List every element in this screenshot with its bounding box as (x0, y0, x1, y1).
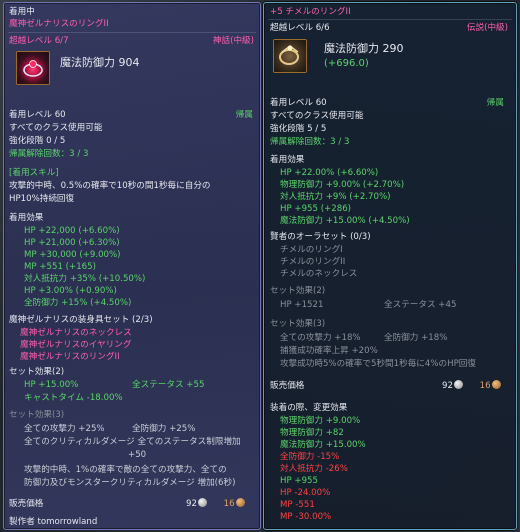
unbind-count: 帰属解除回数：3 / 3 (270, 137, 350, 147)
bind-status: 帰属 (235, 110, 253, 120)
silver-amount: 92 (442, 381, 453, 391)
enhance-level: 強化段階 5 / 5 (270, 124, 327, 134)
set-effect-2-header: セット効果(2) (9, 367, 65, 377)
set-effect-all-stats: 全ステータス +55 (132, 380, 205, 390)
set-item: 魔神ゼルナリスのイヤリング (20, 340, 132, 350)
class-restriction: すべてのクラス使用可能 (270, 111, 364, 121)
aura-item-list: チメルのリングI チメルのリングII チメルのネックレス (280, 244, 357, 280)
set-header: 魔神ゼルナリスの装身具セット (2/3) (9, 315, 153, 325)
bronze-coin-icon (491, 380, 501, 389)
equipped-item-tooltip: 着用中 魔神ゼルナリスのリングII 超越レベル 6/7 神話(中級) 魔法防御力… (3, 2, 261, 530)
gold-ring-icon[interactable] (273, 39, 307, 73)
grade-badge: 神話(中級) (212, 36, 254, 46)
skill-description: 攻撃的中時、0.5%の確率で10秒の間1秒毎に自分の (9, 181, 211, 191)
sell-price-label: 販売価格 (270, 381, 305, 391)
sell-price: 92 16 (186, 498, 245, 510)
change-line: 物理防御力 +9.00% (280, 416, 361, 426)
sell-price: 92 16 (442, 380, 501, 392)
set-item: チメルのリングII (280, 257, 346, 267)
compare-item-tooltip: +5 チメルのリングII 超越レベル 6/6 伝説(中級) 魔法防御力 290 … (263, 2, 517, 530)
set-effect-proc-2: 防御力及びモンスタークリティカルダメージ 増加(6秒) (24, 478, 236, 488)
set-effect-cast: キャストタイム -18.00% (24, 393, 123, 403)
over-level: 超越レベル 6/7 (9, 36, 69, 46)
silver-coin-icon (453, 380, 463, 389)
main-stat-bonus: (+696.0) (324, 58, 369, 69)
change-line: MP -551 (280, 500, 315, 510)
set-effect-proc: 攻撃的中時、1%の確率で敵の全ての攻撃力、全ての (24, 465, 227, 475)
set-item: 魔神ゼルナリスのリングII (20, 352, 120, 362)
change-line: 魔法防御力 +15.00% (280, 440, 366, 450)
set-effect-crit: 全てのクリティカルダメージ 全てのステータス制限増加 (24, 437, 241, 447)
change-line: MP -30.00% (280, 512, 332, 522)
class-restriction: すべてのクラス使用可能 (9, 123, 103, 133)
main-stat: 魔法防御力 290 (324, 42, 404, 55)
set-effect-capture: 捕獲成功確率上昇 +20% (280, 346, 378, 356)
set-effect-hp: HP +1521 (280, 300, 324, 310)
bronze-amount: 16 (223, 499, 235, 509)
set-effect-3-header: セット効果(3) (9, 410, 65, 420)
effect-line: MP +551 (+165) (24, 262, 96, 272)
set-effect-crit-2: +50 (128, 450, 147, 460)
set-effect-attack: 全ての攻撃力 +18% (280, 333, 361, 343)
set-effect-defense: 全防御力 +25% (132, 424, 196, 434)
silver-amount: 92 (186, 499, 197, 509)
set-item-list: 魔神ゼルナリスのネックレス 魔神ゼルナリスのイヤリング 魔神ゼルナリスのリングI… (20, 327, 132, 363)
ruby-ring-icon[interactable] (16, 51, 50, 85)
effect-header: 着用効果 (270, 155, 305, 165)
effect-line: HP +22.00% (+6.60%) (280, 168, 379, 178)
wear-level: 着用レベル 60 (270, 98, 327, 108)
item-name: +5 チメルのリングII (270, 7, 351, 17)
main-stat: 魔法防御力 904 (60, 56, 140, 69)
set-effect-3-header: セット効果(3) (270, 319, 326, 329)
effect-line: HP +21,000 (+6.30%) (24, 238, 120, 248)
changes-header: 装着の際、変更効果 (270, 403, 348, 413)
effect-line: 物理防御力 +9.00% (+2.70%) (280, 180, 405, 190)
set-item: チメルのネックレス (280, 269, 358, 279)
set-effect-proc: 攻撃成功時5%の確率で5秒間1秒毎に4%のHP回復 (280, 359, 476, 369)
divider (268, 19, 512, 20)
effect-line: 対人抵抗力 +9% (+2.70%) (280, 192, 391, 202)
change-line: HP +955 (280, 476, 318, 486)
set-item: 魔神ゼルナリスのネックレス (20, 328, 132, 338)
unbind-count: 帰属解除回数：3 / 3 (9, 149, 89, 159)
set-effect-hp: HP +15.00% (24, 380, 79, 390)
change-line: HP -24.00% (280, 488, 331, 498)
effect-list: HP +22,000 (+6.60%) HP +21,000 (+6.30%) … (24, 225, 145, 309)
skill-header: [着用スキル] (9, 168, 59, 178)
divider (8, 32, 256, 33)
sell-price-label: 販売価格 (9, 499, 44, 509)
aura-set-header: 賢者のオーラセット (0/3) (270, 232, 371, 242)
set-effect-defense: 全防御力 +18% (384, 333, 448, 343)
item-name: 魔神ゼルナリスのリングII (9, 19, 109, 29)
change-list: 物理防御力 +9.00% 物理防御力 +82 魔法防御力 +15.00% 全防御… (280, 415, 366, 523)
effect-line: MP +30,000 (+9.00%) (24, 250, 121, 260)
change-line: 対人抵抗力 -26% (280, 464, 348, 474)
effect-line: 魔法防御力 +15.00% (+4.50%) (280, 216, 410, 226)
effect-line: 全防御力 +15% (+4.50%) (24, 298, 132, 308)
set-item: チメルのリングI (280, 245, 343, 255)
enhance-level: 強化段階 0 / 5 (9, 136, 66, 146)
effect-line: HP +3.00% (+0.90%) (24, 286, 117, 296)
equipped-label: 着用中 (9, 7, 35, 17)
effect-line: HP +22,000 (+6.60%) (24, 226, 120, 236)
change-line: 全防御力 -15% (280, 452, 340, 462)
grade-badge: 伝説(中級) (466, 23, 508, 33)
set-effect-all-stats: 全ステータス +45 (384, 300, 457, 310)
effect-line: HP +955 (+286) (280, 204, 352, 214)
bronze-coin-icon (235, 498, 245, 507)
bronze-amount: 16 (479, 381, 491, 391)
maker-name: 製作者 tomorrowland (9, 517, 98, 527)
bind-status: 帰属 (486, 98, 504, 108)
over-level: 超越レベル 6/6 (270, 23, 330, 33)
set-effect-attack: 全ての攻撃力 +25% (24, 424, 105, 434)
set-effect-2-header: セット効果(2) (270, 286, 326, 296)
wear-level: 着用レベル 60 (9, 110, 66, 120)
effect-list: HP +22.00% (+6.60%) 物理防御力 +9.00% (+2.70%… (280, 167, 410, 227)
skill-description-2: HP10%持続回復 (9, 194, 75, 204)
effect-header: 着用効果 (9, 213, 44, 223)
effect-line: 対人抵抗力 +35% (+10.50%) (24, 274, 146, 284)
silver-coin-icon (197, 498, 207, 507)
change-line: 物理防御力 +82 (280, 428, 344, 438)
